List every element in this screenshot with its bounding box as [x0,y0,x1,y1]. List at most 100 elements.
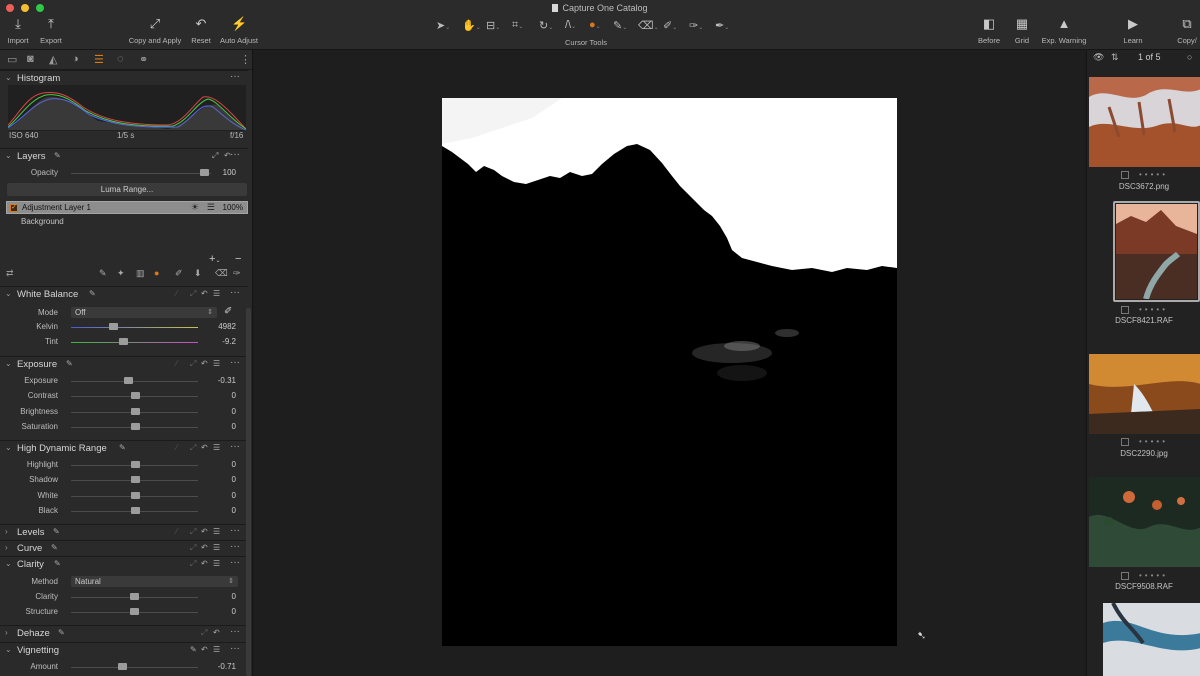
histogram-header[interactable]: ⌄ Histogram ··· [0,70,248,86]
reset-icon[interactable]: ↶ [201,443,208,452]
tools-scrollbar[interactable] [246,308,251,676]
thumbnail-2-checkbox[interactable] [1121,306,1129,314]
presets-icon[interactable]: ☰ [213,443,220,452]
reset-button[interactable]: ↶ Reset [188,16,214,45]
thumbnail-3-checkbox[interactable] [1121,438,1129,446]
luma-mask-preview[interactable] [442,98,897,646]
pan-cursor-tool[interactable]: ✋⌄ [462,19,481,32]
slider-value[interactable]: 0 [232,407,236,416]
reset-icon[interactable]: ↶ [201,543,208,552]
expand-icon[interactable]: ⤢ [212,151,218,161]
library-tab-icon[interactable]: ▭ [7,53,17,66]
reset-icon[interactable]: ↶ [213,628,220,637]
keystone-cursor-tool[interactable]: /\⌄ [565,19,576,31]
hdr-header[interactable]: ⌄ High Dynamic Range ✎ ⁄ ⤢ ↶ ☰ ··· [0,440,248,456]
fill-mask-icon[interactable]: ⬇ [194,268,202,279]
slider-value[interactable]: 0 [232,491,236,500]
annotate-cursor-tool[interactable]: ✑⌄ [689,19,703,32]
thumbnail-1-rating[interactable]: ••••• [1139,170,1168,179]
opacity-value[interactable]: 100 [223,168,236,177]
thumbnail-1-checkbox[interactable] [1121,171,1129,179]
tint-slider[interactable] [119,338,128,345]
presets-icon[interactable]: ☰ [213,527,220,536]
grid-button[interactable]: ▦ Grid [1010,16,1034,45]
structure-slider[interactable] [130,608,139,615]
presets-icon[interactable]: ☰ [213,289,220,298]
presets-icon[interactable]: ☰ [213,645,220,654]
more-icon[interactable]: ··· [230,557,240,568]
exposure-header[interactable]: ⌄ Exposure ✎ ⁄ ⤢ ↶ ☰ ··· [0,356,248,372]
reset-icon[interactable]: ↶ [201,559,208,568]
before-button[interactable]: ◧ Before [974,16,1004,45]
thumbnail-3[interactable] [1089,354,1200,434]
slider-knob[interactable] [130,461,140,468]
thumbnail-5[interactable] [1103,603,1200,676]
slider-value[interactable]: 0 [232,506,236,515]
swap-icon[interactable]: ⇄ [6,268,14,279]
reset-icon[interactable]: ↶ [201,645,208,654]
background-layer[interactable]: Background [21,217,64,226]
amount-slider[interactable] [117,663,127,670]
draw-mask-icon[interactable]: ✎ [99,268,107,279]
levels-header[interactable]: › Levels ✎ ⁄ ⤢ ↶ ☰ ··· [0,524,248,540]
more-icon[interactable]: ··· [230,541,240,552]
slider-knob[interactable] [130,476,140,484]
kelvin-track[interactable] [71,327,198,328]
more-icon[interactable]: ··· [230,525,240,536]
copy-icon[interactable]: ⤢ [190,443,196,453]
clarity-header[interactable]: ⌄ Clarity ✎ ⤢ ↶ ☰ ··· [0,556,248,572]
refine-mask-icon[interactable]: ⌫ [215,268,228,279]
copy-icon[interactable]: ⤢ [190,543,196,553]
sort-icon[interactable]: ⇅ [1111,52,1119,63]
tint-track[interactable] [71,342,198,343]
tint-value[interactable]: -9.2 [222,337,236,346]
sun-icon[interactable]: ☀ [191,202,199,213]
adjustments-tab-icon[interactable]: ⚭ [139,53,148,66]
capture-tab-icon[interactable]: ◙ [27,53,34,65]
slider-value[interactable]: 0 [232,460,236,469]
copy-apply-button[interactable]: ⤢ Copy and Apply [124,16,186,45]
learn-button[interactable]: ▶ Learn [1118,16,1148,45]
color-tab-icon[interactable]: ◑ [72,53,79,65]
lens-tab-icon[interactable]: ◭ [49,53,57,66]
presets-icon[interactable]: ☰ [213,359,220,368]
remove-layer-icon[interactable]: − [235,253,241,265]
copy-icon[interactable]: ⤢ [190,559,196,569]
presets-icon[interactable]: ☰ [213,543,220,552]
slider-knob[interactable] [130,491,140,499]
structure-value[interactable]: 0 [232,607,236,616]
reset-icon[interactable]: ↶ [201,289,208,298]
wb-mode-dropdown[interactable]: Off ⇕ [71,307,217,318]
reset-icon[interactable]: ↶ [201,527,208,536]
thumbnail-2-rating[interactable]: ••••• [1139,305,1168,314]
copy-icon[interactable]: ⤢ [201,628,207,638]
draw-cursor-tool[interactable]: ✒⌄ [715,19,729,32]
opacity-slider[interactable] [200,169,209,176]
adjustment-layer-row[interactable]: ✓ Adjustment Layer 1 ☀ ☰ 100% [6,201,248,214]
more-icon[interactable]: ··· [230,149,240,160]
auto-adjust-button[interactable]: ⚡ Auto Adjust [216,16,262,45]
thumbnail-4[interactable] [1089,477,1200,567]
import-button[interactable]: ⤓ Import [5,16,31,45]
copy-button[interactable]: ⧉ Copy/ [1172,16,1200,45]
slider-value[interactable]: 0 [232,422,236,431]
vignetting-header[interactable]: ⌄ Vignetting ✎ ↶ ☰ ··· [0,642,248,658]
reset-icon[interactable]: ↶ [201,359,208,368]
more-icon[interactable]: ··· [230,287,240,298]
magic-mask-icon[interactable]: ✦ [117,268,125,279]
layer-enabled-checkbox[interactable]: ✓ [10,204,18,212]
amount-value[interactable]: -0.71 [218,662,236,671]
slider-value[interactable]: 0 [232,391,236,400]
dehaze-header[interactable]: › Dehaze ✎ ⤢ ↶ ··· [0,625,248,641]
loupe-cursor-tool[interactable]: ⊟⌄ [486,19,500,32]
kelvin-slider[interactable] [109,323,118,330]
eraser-cursor-tool[interactable]: ⌫⌄ [638,19,659,32]
exposure-tab-icon[interactable]: ☰ [94,53,104,66]
spot-cursor-tool[interactable]: ●⌄ [589,19,601,31]
picker-cursor-tool[interactable]: ✐⌄ [663,19,677,32]
thumbnail-4-checkbox[interactable] [1121,572,1129,580]
slider-knob[interactable] [130,422,140,430]
more-icon[interactable]: ··· [230,357,240,368]
crop-cursor-tool[interactable]: ⌗⌄ [512,19,523,32]
rotate-cursor-tool[interactable]: ↻⌄ [539,19,553,32]
